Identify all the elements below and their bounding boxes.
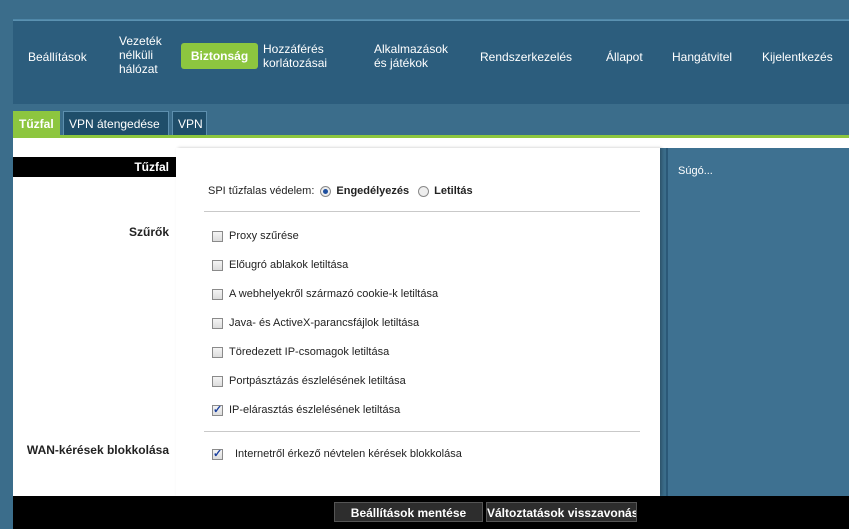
filter-fragment-row: Töredezett IP-csomagok letiltása <box>212 346 389 358</box>
wan-block-row: Internetről érkező névtelen kérések blok… <box>212 447 462 460</box>
filter-proxy-checkbox[interactable] <box>212 230 223 242</box>
tab-vpn[interactable]: VPN <box>172 111 207 135</box>
filter-popup-label: Előugró ablakok letiltása <box>229 259 349 271</box>
filter-popup-row: Előugró ablakok letiltása <box>212 259 348 271</box>
top-navigation: Beállítások Vezeték nélküli hálózat Bizt… <box>13 19 849 104</box>
wan-block-label: Internetről érkező névtelen kérések blok… <box>235 448 462 460</box>
filter-ipflood-label: IP-elárasztás észlelésének letiltása <box>229 404 401 416</box>
revert-changes-button[interactable]: Változtatások visszavonása <box>486 502 637 522</box>
nav-biztonsag[interactable]: Biztonság <box>181 43 258 69</box>
help-link[interactable]: Súgó... <box>678 165 713 177</box>
filter-java-row: Java- és ActiveX-parancsfájlok letiltása <box>212 317 419 329</box>
content-top-strip <box>13 138 849 148</box>
filter-fragment-checkbox[interactable] <box>212 346 223 358</box>
nav-hozzaferes-korlatozasai[interactable]: Hozzáférés korlátozásai <box>263 42 327 70</box>
filter-proxy-row: Proxy szűrése <box>212 230 299 242</box>
nav-allapot[interactable]: Állapot <box>606 50 643 64</box>
filter-cookie-checkbox[interactable] <box>212 288 223 300</box>
spi-row: SPI tűzfalas védelem: Engedélyezés Letil… <box>208 185 473 197</box>
filter-cookie-row: A webhelyekről származó cookie-k letiltá… <box>212 288 438 300</box>
label-column: Tűzfal Szűrők WAN-kérések blokkolása <box>13 148 176 496</box>
tab-tuzfal[interactable]: Tűzfal <box>13 111 60 135</box>
spi-enable-label[interactable]: Engedélyezés <box>336 185 409 197</box>
spi-disable-label[interactable]: Letiltás <box>434 185 473 197</box>
nav-alkalmazasok-es-jatekok[interactable]: Alkalmazások és játékok <box>374 42 448 70</box>
filter-proxy-label: Proxy szűrése <box>229 230 299 242</box>
nav-alkalmazasok-line2: és játékok <box>374 56 429 70</box>
nav-kijelentkezes[interactable]: Kijelentkezés <box>762 50 833 64</box>
nav-vezetek-line2: nélküli <box>119 48 154 62</box>
filter-ipflood-row: IP-elárasztás észlelésének letiltása <box>212 403 401 416</box>
filter-portscan-label: Portpásztázás észlelésének letiltása <box>229 375 406 387</box>
wan-block-checkbox[interactable] <box>212 447 223 460</box>
nav-vezetek-line1: Vezeték <box>119 34 162 48</box>
filter-popup-checkbox[interactable] <box>212 259 223 271</box>
help-panel: Súgó... <box>666 148 849 496</box>
divider <box>204 431 640 432</box>
nav-vezetek-line3: hálózat <box>119 62 158 76</box>
filter-java-checkbox[interactable] <box>212 317 223 329</box>
nav-hozzaferes-line2: korlátozásai <box>263 56 328 70</box>
spi-disable-radio[interactable] <box>418 185 430 197</box>
nav-vezetek-nelkuli-halozat[interactable]: Vezeték nélküli hálózat <box>119 34 162 76</box>
divider <box>204 211 640 212</box>
filter-fragment-label: Töredezett IP-csomagok letiltása <box>229 346 390 358</box>
section-header-tuzfal: Tűzfal <box>13 157 176 177</box>
label-szurok: Szűrők <box>128 225 169 239</box>
nav-rendszerkezeles[interactable]: Rendszerkezelés <box>480 50 572 64</box>
filter-portscan-row: Portpásztázás észlelésének letiltása <box>212 375 406 387</box>
spi-enable-radio[interactable] <box>320 185 332 197</box>
nav-beallitasok[interactable]: Beállítások <box>28 50 87 64</box>
label-wan-keresek-blokkolasa: WAN-kérések blokkolása <box>26 443 169 457</box>
filter-portscan-checkbox[interactable] <box>212 375 223 387</box>
firewall-settings-panel: SPI tűzfalas védelem: Engedélyezés Letil… <box>176 148 660 496</box>
nav-alkalmazasok-line1: Alkalmazások <box>374 42 449 56</box>
tab-vpn-atengedese[interactable]: VPN átengedése <box>63 111 169 135</box>
nav-hozzaferes-line1: Hozzáférés <box>263 42 324 56</box>
spi-label: SPI tűzfalas védelem: <box>208 185 315 197</box>
filter-cookie-label: A webhelyekről származó cookie-k letiltá… <box>229 288 439 300</box>
nav-hangatvitel[interactable]: Hangátvitel <box>672 50 732 64</box>
save-settings-button[interactable]: Beállítások mentése <box>334 502 483 522</box>
filter-ipflood-checkbox[interactable] <box>212 403 223 416</box>
filter-java-label: Java- és ActiveX-parancsfájlok letiltása <box>229 317 420 329</box>
